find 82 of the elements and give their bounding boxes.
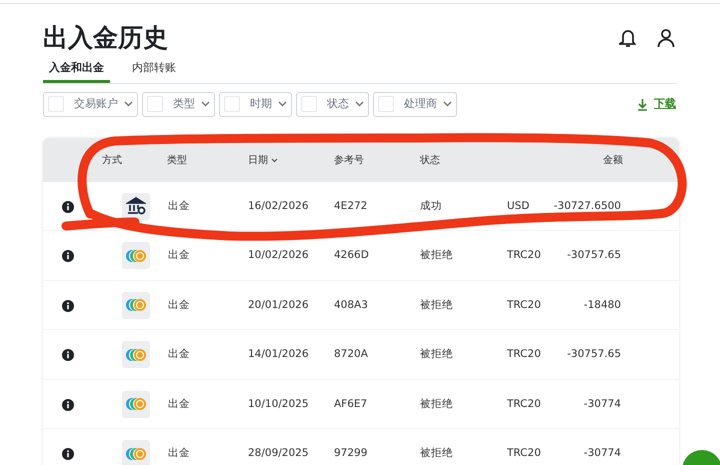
filter-dropdown[interactable]: 时期 xyxy=(219,92,292,116)
table-cell-text: 8720A xyxy=(334,347,368,362)
filter-label: 交易账户 xyxy=(74,96,118,112)
table-cell-text: -30774 xyxy=(584,446,621,461)
info-icon[interactable] xyxy=(62,448,74,460)
column-header: 状态 xyxy=(420,154,440,168)
checkbox[interactable] xyxy=(48,96,64,112)
filter-label: 类型 xyxy=(173,96,195,112)
chevron-down-icon xyxy=(278,101,287,107)
table-cell-text: 出金 xyxy=(168,198,190,214)
checkbox[interactable] xyxy=(224,96,240,112)
table-cell-text: -18480 xyxy=(584,298,621,312)
page-title: 出入金历史 xyxy=(43,22,168,54)
checkbox[interactable] xyxy=(301,96,317,112)
chevron-down-icon xyxy=(355,101,364,107)
table-cell-text: 408A3 xyxy=(334,298,368,312)
table-cell-text: 成功 xyxy=(420,198,442,214)
table-cell-text: 20/01/2026 xyxy=(248,298,309,312)
bank-icon xyxy=(126,196,146,216)
table-cell-text: TRC20 xyxy=(507,298,541,312)
checkbox[interactable] xyxy=(378,96,394,112)
table-cell-text: 出金 xyxy=(168,248,190,263)
table-cell-text: 被拒绝 xyxy=(420,396,453,412)
info-icon[interactable] xyxy=(62,200,74,212)
checkbox[interactable] xyxy=(147,96,163,112)
coins-icon xyxy=(125,298,147,312)
table-cell-text: 10/10/2025 xyxy=(248,396,309,412)
chevron-down-icon xyxy=(201,101,210,107)
table-cell-text: 28/09/2025 xyxy=(248,446,309,461)
table-cell-text: 97299 xyxy=(334,446,368,461)
column-header: 参考号 xyxy=(334,154,364,168)
sort-caret-icon[interactable] xyxy=(271,158,278,162)
coins-icon xyxy=(125,248,147,262)
table-cell-text: 10/02/2026 xyxy=(248,248,309,263)
filter-label: 时期 xyxy=(250,96,272,112)
filter-dropdown[interactable]: 类型 xyxy=(142,92,215,116)
table-cell-text: TRC20 xyxy=(507,248,541,263)
info-icon[interactable] xyxy=(62,349,74,361)
table-cell-text: 出金 xyxy=(168,347,190,362)
table-cell-text: 被拒绝 xyxy=(420,248,453,263)
notification-bell-icon[interactable] xyxy=(619,28,637,48)
download-icon xyxy=(637,98,648,110)
table-cell-text: TRC20 xyxy=(507,347,541,362)
tab[interactable]: 入金和出金 xyxy=(43,60,110,82)
chevron-down-icon xyxy=(443,101,452,107)
column-header: 金额 xyxy=(603,154,623,168)
filter-dropdown[interactable]: 处理商 xyxy=(373,92,457,116)
table-cell-text: 被拒绝 xyxy=(420,446,453,461)
info-icon[interactable] xyxy=(62,300,74,312)
table-cell-text: -30727.6500 xyxy=(554,198,621,214)
table-cell-text: 4266D xyxy=(334,248,369,263)
coins-icon xyxy=(125,397,147,411)
table-cell-text: -30757.65 xyxy=(567,347,621,362)
chevron-down-icon xyxy=(124,101,133,107)
coins-icon xyxy=(125,446,147,460)
table-cell-text: 4E272 xyxy=(334,198,368,214)
filter-label: 处理商 xyxy=(404,96,437,112)
table-cell-text: 被拒绝 xyxy=(420,298,453,312)
table-cell-text: -30757.65 xyxy=(567,248,621,263)
filter-dropdown[interactable]: 状态 xyxy=(296,92,369,116)
user-profile-icon[interactable] xyxy=(657,28,675,48)
column-header: 类型 xyxy=(167,154,187,168)
table-cell-text: AF6E7 xyxy=(334,396,368,412)
column-header[interactable]: 日期 xyxy=(248,152,278,168)
tab[interactable]: 内部转账 xyxy=(118,60,190,82)
info-icon[interactable] xyxy=(62,250,74,262)
table-cell-text: TRC20 xyxy=(507,396,541,412)
info-icon[interactable] xyxy=(62,398,74,410)
table-cell-text: TRC20 xyxy=(507,446,541,461)
filter-dropdown[interactable]: 交易账户 xyxy=(43,92,138,116)
table-cell-text: 出金 xyxy=(168,298,190,312)
table-cell-text: 被拒绝 xyxy=(420,347,453,362)
table-cell-text: -30774 xyxy=(584,396,621,412)
column-header: 方式 xyxy=(102,154,122,168)
download-link[interactable]: 下载 xyxy=(637,96,676,112)
table-cell-text: 出金 xyxy=(168,396,190,412)
table-cell-text: 16/02/2026 xyxy=(248,198,309,214)
table-cell-text: 出金 xyxy=(168,446,190,461)
table-cell-text: USD xyxy=(507,198,530,214)
table-cell-text: 14/01/2026 xyxy=(248,347,309,362)
filter-label: 状态 xyxy=(327,96,349,112)
coins-icon xyxy=(125,348,147,362)
